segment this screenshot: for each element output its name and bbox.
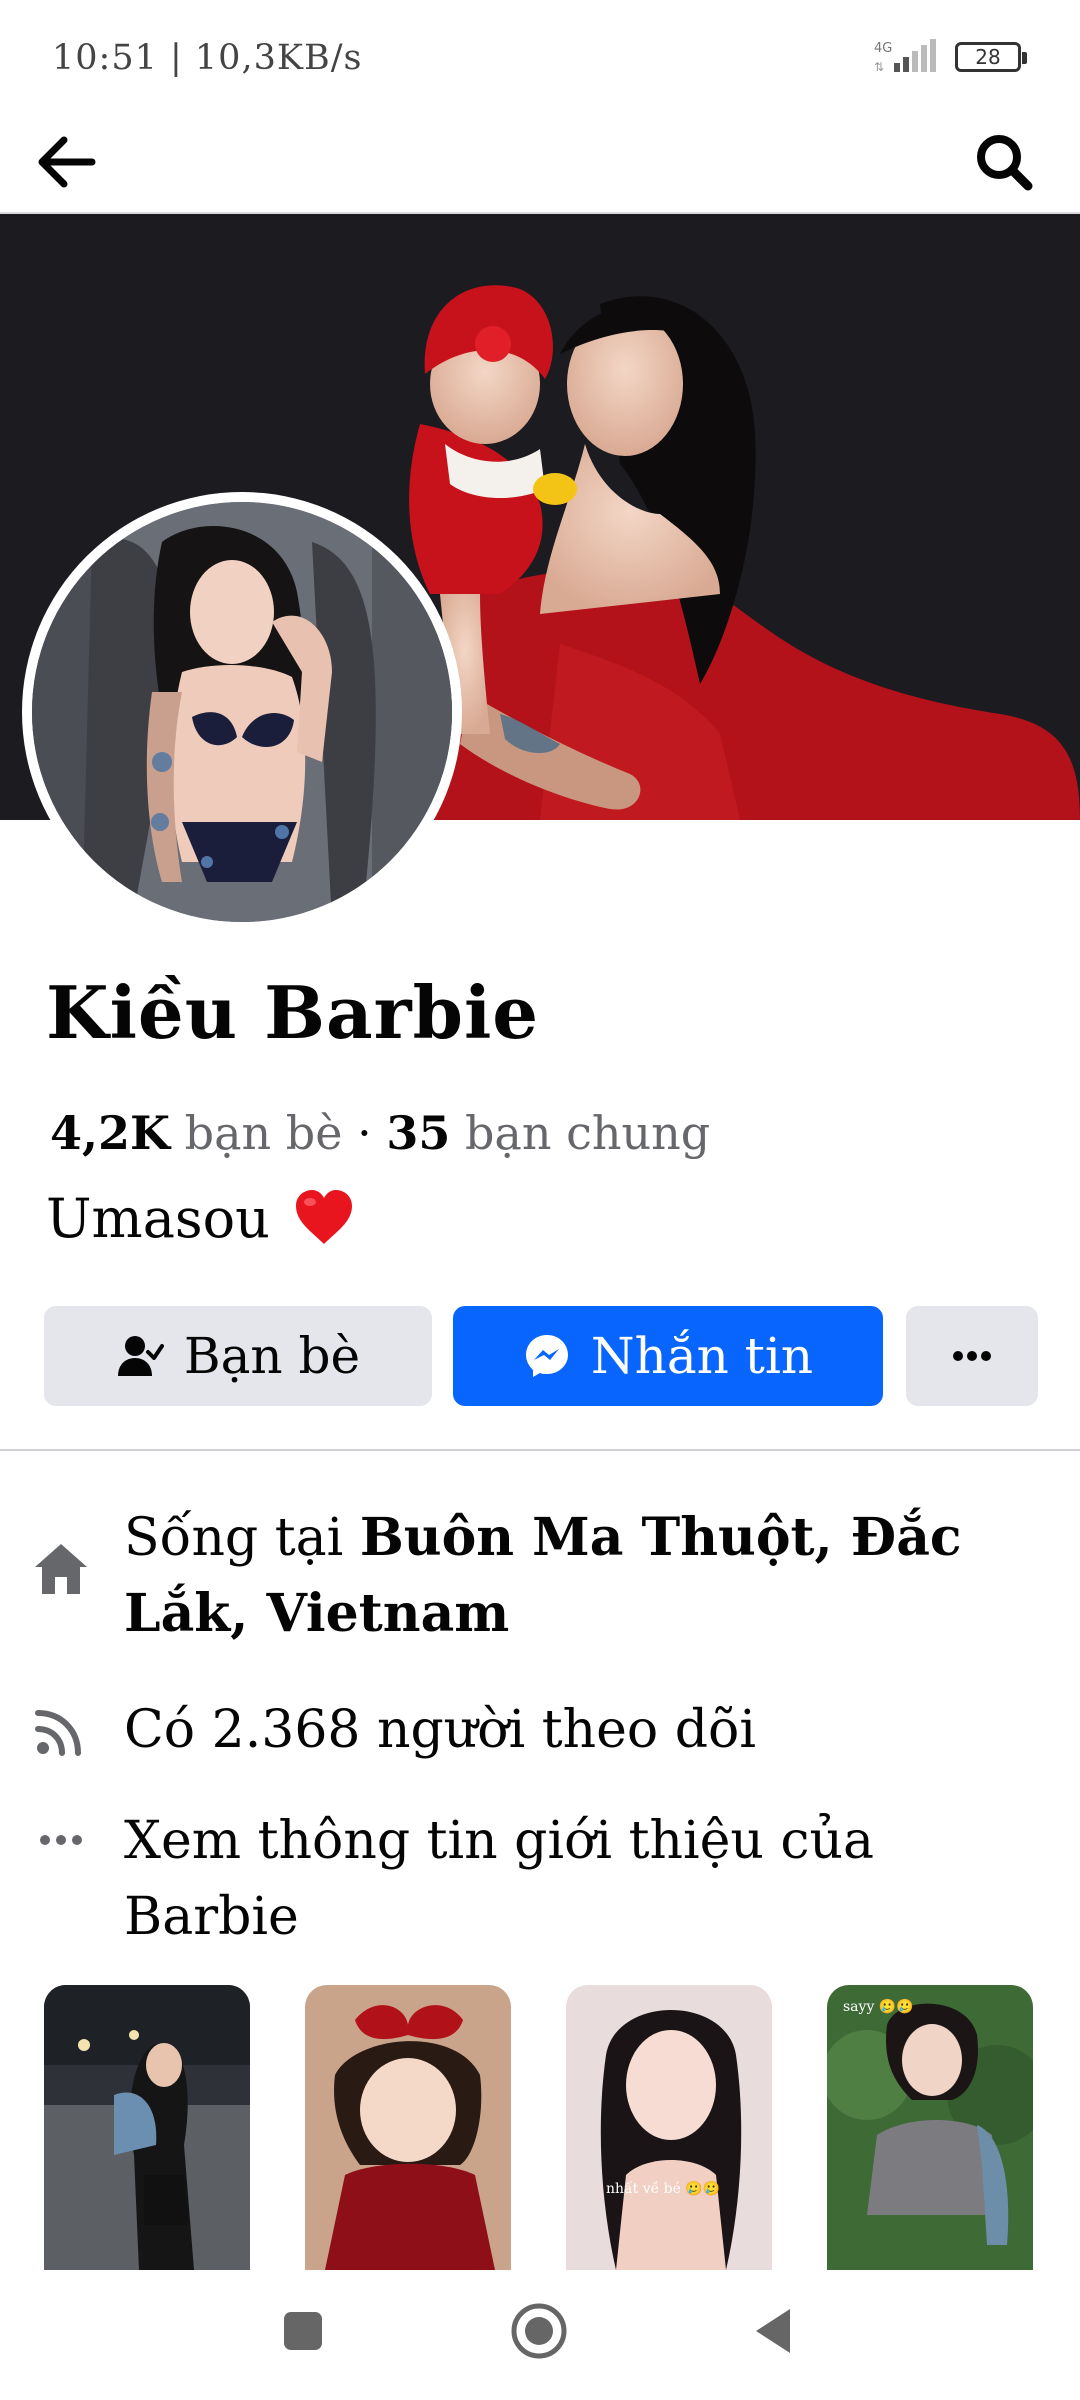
profile-avatar[interactable] bbox=[22, 492, 462, 932]
ellipsis-icon bbox=[30, 1809, 92, 1871]
friends-count: 4,2K bbox=[50, 1106, 171, 1160]
message-button-label: Nhắn tin bbox=[590, 1327, 814, 1385]
profile-name: Kiều Barbie bbox=[46, 970, 540, 1055]
network-label: 4G bbox=[874, 41, 892, 56]
search-icon[interactable] bbox=[966, 124, 1042, 200]
recent-apps-icon[interactable] bbox=[282, 2310, 324, 2352]
system-nav-bar bbox=[0, 2270, 1080, 2400]
signal-icon: 4G ⇅ bbox=[874, 39, 936, 74]
mutual-label: bạn chung bbox=[464, 1106, 711, 1160]
followers-text: Có 2.368 người theo dõi bbox=[124, 1700, 756, 1760]
lives-in-prefix: Sống tại bbox=[124, 1508, 360, 1568]
more-button[interactable] bbox=[906, 1306, 1038, 1406]
top-nav bbox=[0, 110, 1080, 214]
more-icon bbox=[953, 1351, 991, 1361]
friends-summary[interactable]: 4,2K bạn bè · 35 bạn chung bbox=[50, 1106, 710, 1160]
featured-photo[interactable]: nhất về bé 🥲🥲 bbox=[566, 1985, 772, 2270]
friends-button-label: Bạn bè bbox=[183, 1327, 361, 1385]
friend-check-icon bbox=[117, 1336, 164, 1376]
friends-button[interactable]: Bạn bè bbox=[44, 1306, 432, 1406]
lives-in-text: Sống tại Buôn Ma Thuột, Đắc Lắk, Vietnam bbox=[124, 1500, 1024, 1652]
status-time-speed: 10:51 | 10,3KB/s bbox=[52, 38, 363, 78]
status-bar: 10:51 | 10,3KB/s 4G ⇅ 28 bbox=[0, 0, 1080, 110]
back-arrow-icon[interactable] bbox=[28, 124, 104, 200]
back-button-icon[interactable] bbox=[752, 2306, 794, 2356]
messenger-icon bbox=[525, 1335, 568, 1377]
photo-caption: sayy 🥲🥲 bbox=[843, 1998, 914, 2015]
bio: Umasou bbox=[46, 1186, 356, 1250]
avatar-image bbox=[32, 502, 452, 922]
rss-icon bbox=[30, 1699, 92, 1761]
separator-dot: · bbox=[357, 1106, 372, 1160]
featured-photos: nhất về bé 🥲🥲 sayy 🥲🥲 bbox=[0, 1985, 1080, 2270]
battery-icon: 28 bbox=[955, 42, 1027, 72]
section-divider bbox=[0, 1449, 1080, 1451]
mutual-count: 35 bbox=[386, 1106, 451, 1160]
message-button[interactable]: Nhắn tin bbox=[453, 1306, 883, 1406]
svg-text:⇅: ⇅ bbox=[874, 60, 884, 74]
home-icon bbox=[30, 1538, 92, 1600]
featured-photo[interactable] bbox=[305, 1985, 511, 2270]
featured-photo[interactable]: sayy 🥲🥲 bbox=[827, 1985, 1033, 2270]
friends-label: bạn bè bbox=[184, 1106, 343, 1160]
home-button-icon[interactable] bbox=[510, 2302, 568, 2360]
about-text: Xem thông tin giới thiệu của Barbie bbox=[124, 1811, 874, 1947]
featured-photo[interactable] bbox=[44, 1985, 250, 2270]
heart-emoji-icon bbox=[295, 1190, 352, 1244]
bio-text: Umasou bbox=[46, 1186, 270, 1250]
photo-caption: nhất về bé 🥲🥲 bbox=[606, 2180, 720, 2197]
